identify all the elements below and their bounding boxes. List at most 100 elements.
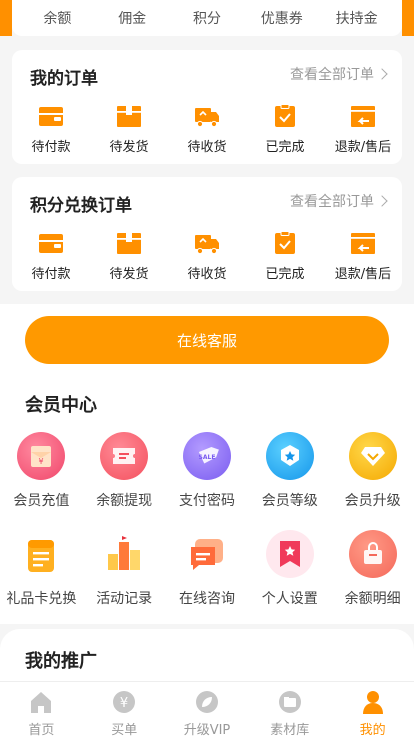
yuan-coin-icon: ¥: [113, 691, 136, 713]
view-all-orders-link[interactable]: 查看全部订单: [290, 64, 388, 84]
member-level-label: 会员等级: [261, 493, 318, 509]
balance-withdraw[interactable]: 余额提现: [83, 432, 166, 510]
wallet-summary-card: 余额 佣金 积分 优惠券 扶持金: [12, 0, 402, 36]
clipboard-check-icon: [275, 104, 295, 127]
member-upgrade[interactable]: 会员升级: [331, 432, 414, 510]
points-order-pending-payment[interactable]: 待付款: [16, 231, 86, 282]
points-order-pending-shipment[interactable]: 待发货: [94, 231, 164, 282]
activity-records[interactable]: 活动记录: [83, 530, 166, 608]
clipboard-check-icon: [275, 231, 295, 254]
order-completed[interactable]: 已完成: [250, 104, 320, 155]
order-pending-payment-label: 待付款: [31, 140, 71, 155]
member-center-title: 会员中心: [25, 395, 97, 416]
wallet-balance[interactable]: 余额: [24, 8, 90, 28]
my-promotion-title: 我的推广: [25, 651, 97, 672]
tab-mine[interactable]: 我的: [331, 682, 414, 741]
balance-details[interactable]: 余额明细: [331, 530, 414, 608]
star-badge-icon: [265, 432, 314, 480]
ticket-icon: [100, 432, 149, 480]
points-order-refund[interactable]: 退款/售后: [328, 231, 398, 282]
header-accent-left: [0, 0, 12, 36]
truck-icon: [195, 108, 219, 128]
package-icon: [117, 106, 141, 127]
order-pending-receipt-label: 待收货: [187, 140, 227, 155]
my-orders-card: 我的订单 查看全部订单 待付款 待发货 待收货 已完成 退款/售后: [12, 50, 402, 164]
view-all-points-orders-label: 查看全部订单: [290, 194, 374, 210]
points-order-pending-shipment-label: 待发货: [109, 267, 149, 282]
bottom-tab-bar: 首页 ¥ 买单 升级VIP 素材库 我的: [0, 681, 414, 741]
online-consult[interactable]: 在线咨询: [166, 530, 249, 608]
header-accent-right: [402, 0, 414, 36]
svg-text:¥: ¥: [120, 696, 128, 711]
activity-records-label: 活动记录: [96, 591, 153, 607]
tab-mine-label: 我的: [359, 723, 386, 738]
my-promotion-card: 我的推广: [0, 629, 414, 689]
payment-password-label: 支付密码: [178, 493, 235, 509]
tab-pay[interactable]: ¥ 买单: [83, 682, 166, 741]
bookmark-star-icon: [265, 530, 314, 578]
order-completed-label: 已完成: [265, 140, 305, 155]
member-grid-row-2: 礼品卡兑换 活动记录 在线咨询 个人设置 余额明细: [0, 530, 414, 608]
view-all-points-orders-link[interactable]: 查看全部订单: [290, 191, 388, 211]
return-icon: [351, 233, 375, 254]
balance-details-label: 余额明细: [344, 591, 401, 607]
svg-text:SALE: SALE: [199, 454, 216, 461]
online-consult-label: 在线咨询: [178, 591, 235, 607]
truck-icon: [195, 235, 219, 255]
wallet-commission[interactable]: 佣金: [99, 8, 165, 28]
tab-upgrade-vip-label: 升级VIP: [183, 723, 231, 738]
wallet-coupons[interactable]: 优惠券: [249, 8, 315, 28]
wallet-icon: [39, 107, 63, 126]
gift-card-icon: [17, 530, 66, 578]
tab-materials-label: 素材库: [270, 723, 310, 738]
person-icon: [362, 691, 383, 714]
leaf-icon: [195, 691, 218, 713]
order-pending-payment[interactable]: 待付款: [16, 104, 86, 155]
tab-home[interactable]: 首页: [0, 682, 83, 741]
sale-tag-icon: SALE: [182, 432, 231, 480]
member-grid-row-1: ¥ 会员充值 余额提现 SALE 支付密码 会员等级 会员升级: [0, 432, 414, 510]
member-recharge[interactable]: ¥ 会员充值: [0, 432, 83, 510]
online-service-button[interactable]: 在线客服: [25, 316, 389, 364]
tab-home-label: 首页: [28, 723, 55, 738]
gift-card-redeem[interactable]: 礼品卡兑换: [0, 530, 83, 608]
folder-icon: [278, 691, 301, 713]
points-order-pending-payment-label: 待付款: [31, 267, 71, 282]
order-refund[interactable]: 退款/售后: [328, 104, 398, 155]
view-all-orders-label: 查看全部订单: [290, 67, 374, 83]
member-upgrade-label: 会员升级: [344, 493, 401, 509]
home-icon: [31, 692, 52, 713]
payment-password[interactable]: SALE 支付密码: [166, 432, 249, 510]
points-order-completed[interactable]: 已完成: [250, 231, 320, 282]
return-icon: [351, 106, 375, 127]
member-recharge-label: 会员充值: [13, 493, 70, 509]
tab-pay-label: 买单: [111, 723, 138, 738]
wallet-support-fund[interactable]: 扶持金: [324, 8, 390, 28]
wallet-icon: [39, 234, 63, 253]
gift-card-redeem-label: 礼品卡兑换: [6, 591, 77, 607]
personal-settings[interactable]: 个人设置: [248, 530, 331, 608]
points-orders-card: 积分兑换订单 查看全部订单 待付款 待发货 待收货 已完成 退款/售后: [12, 177, 402, 291]
order-refund-label: 退款/售后: [334, 140, 392, 155]
points-order-pending-receipt[interactable]: 待收货: [172, 231, 242, 282]
balance-withdraw-label: 余额提现: [96, 493, 153, 509]
chevron-right-icon: [376, 195, 388, 207]
wallet-points[interactable]: 积分: [174, 8, 240, 28]
shopping-bag-icon: [348, 530, 397, 578]
red-envelope-icon: ¥: [17, 432, 66, 480]
order-pending-shipment[interactable]: 待发货: [94, 104, 164, 155]
diamond-icon: [348, 432, 397, 480]
tab-upgrade-vip[interactable]: 升级VIP: [166, 682, 249, 741]
order-pending-shipment-label: 待发货: [109, 140, 149, 155]
chevron-right-icon: [376, 68, 388, 80]
svg-text:¥: ¥: [39, 457, 44, 466]
member-level[interactable]: 会员等级: [248, 432, 331, 510]
flag-podium-icon: [100, 530, 149, 578]
personal-settings-label: 个人设置: [261, 591, 318, 607]
points-order-completed-label: 已完成: [265, 267, 305, 282]
order-pending-receipt[interactable]: 待收货: [172, 104, 242, 155]
points-order-refund-label: 退款/售后: [334, 267, 392, 282]
chat-bubble-icon: [182, 530, 231, 578]
tab-materials[interactable]: 素材库: [248, 682, 331, 741]
package-icon: [117, 233, 141, 254]
